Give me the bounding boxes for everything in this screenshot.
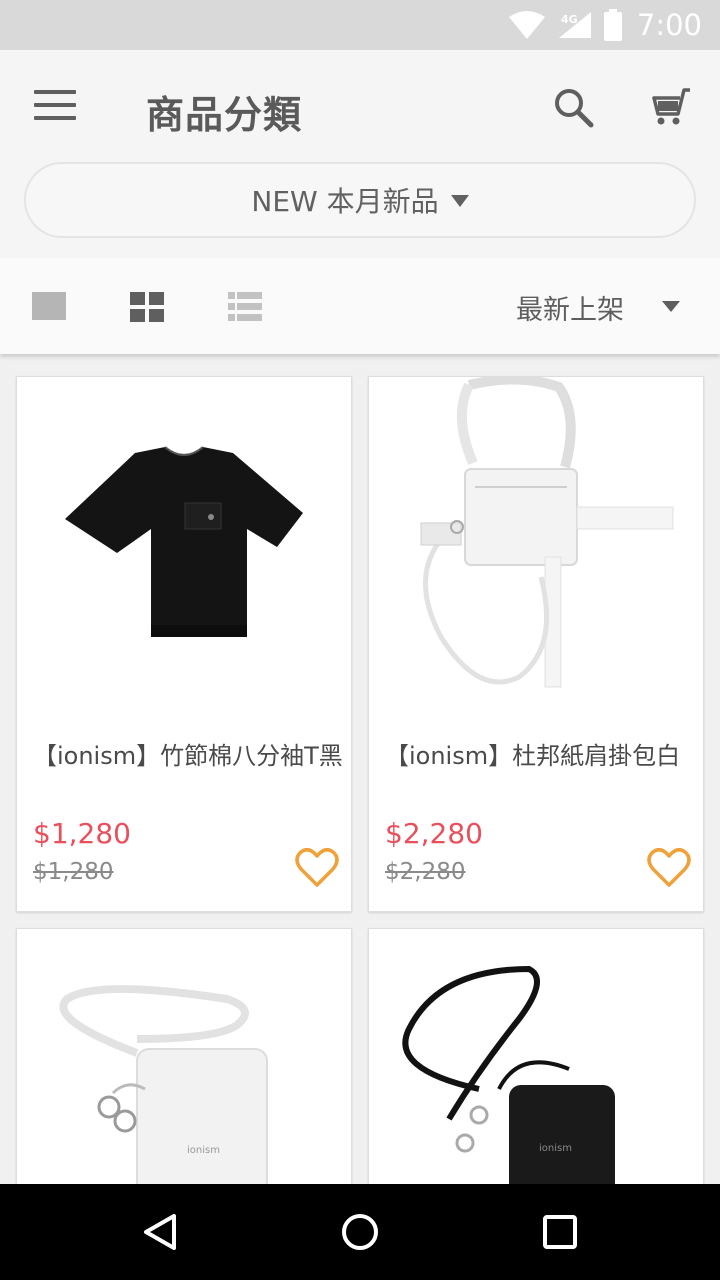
grid-cell: [130, 309, 145, 322]
battery-icon: [603, 9, 623, 41]
list-view-icon[interactable]: [228, 292, 262, 322]
category-label: NEW 本月新品: [251, 185, 439, 218]
product-image-white-shoulder-bag[interactable]: [369, 374, 703, 727]
search-icon[interactable]: [552, 86, 596, 130]
sort-dropdown[interactable]: 最新上架: [516, 288, 624, 327]
grid-cell: [130, 292, 145, 305]
back-icon[interactable]: [140, 1212, 180, 1252]
caret-down-icon: [450, 195, 469, 207]
product-card[interactable]: ionism: [368, 928, 704, 1184]
view-sort-toolbar: 最新上架: [0, 258, 720, 354]
heart-icon[interactable]: [295, 847, 339, 889]
recents-icon[interactable]: [540, 1212, 580, 1252]
product-card[interactable]: 【ionism】杜邦紙肩掛包白 $2,280 $2,280: [368, 374, 704, 912]
product-name[interactable]: 【ionism】竹節棉八分袖T黑: [33, 739, 343, 773]
clock: 7:00: [636, 8, 702, 42]
caret-down-icon[interactable]: [662, 301, 680, 312]
cell-signal-icon: 4G: [555, 10, 593, 40]
product-grid: 【ionism】竹節棉八分袖T黑 $1,280 $1,280 【ionism】杜…: [0, 354, 720, 1184]
menu-line: [34, 90, 76, 94]
menu-line: [34, 103, 76, 107]
heart-icon[interactable]: [647, 847, 691, 889]
svg-text:ionism: ionism: [187, 1145, 220, 1156]
grid-cell: [149, 292, 164, 305]
product-price: $2,280: [385, 817, 483, 850]
product-image-black-pouch[interactable]: ionism: [369, 929, 703, 1184]
status-bar: 4G 7:00: [0, 0, 720, 50]
cart-icon[interactable]: [650, 86, 696, 130]
product-card[interactable]: ionism: [16, 928, 352, 1184]
system-nav-bar: [0, 1184, 720, 1280]
home-icon[interactable]: [340, 1212, 380, 1252]
menu-line: [34, 116, 76, 120]
network-label: 4G: [561, 13, 578, 26]
page-title: 商品分類: [146, 93, 303, 137]
svg-text:ionism: ionism: [539, 1143, 572, 1154]
product-name[interactable]: 【ionism】杜邦紙肩掛包白: [385, 739, 695, 773]
grid-cell: [149, 309, 164, 322]
product-card[interactable]: 【ionism】竹節棉八分袖T黑 $1,280 $1,280: [16, 376, 352, 912]
product-image-white-pouch[interactable]: ionism: [17, 929, 351, 1184]
single-view-icon[interactable]: [32, 292, 66, 320]
menu-button[interactable]: [34, 90, 78, 124]
grid-view-icon[interactable]: [130, 292, 164, 322]
product-original-price: $1,280: [33, 859, 114, 885]
app-bar: 商品分類 NEW 本月新品: [0, 50, 720, 258]
product-image-black-tshirt[interactable]: [17, 377, 351, 727]
product-original-price: $2,280: [385, 859, 466, 885]
product-price: $1,280: [33, 817, 131, 850]
wifi-icon: [508, 11, 545, 39]
category-dropdown[interactable]: NEW 本月新品: [24, 162, 696, 238]
